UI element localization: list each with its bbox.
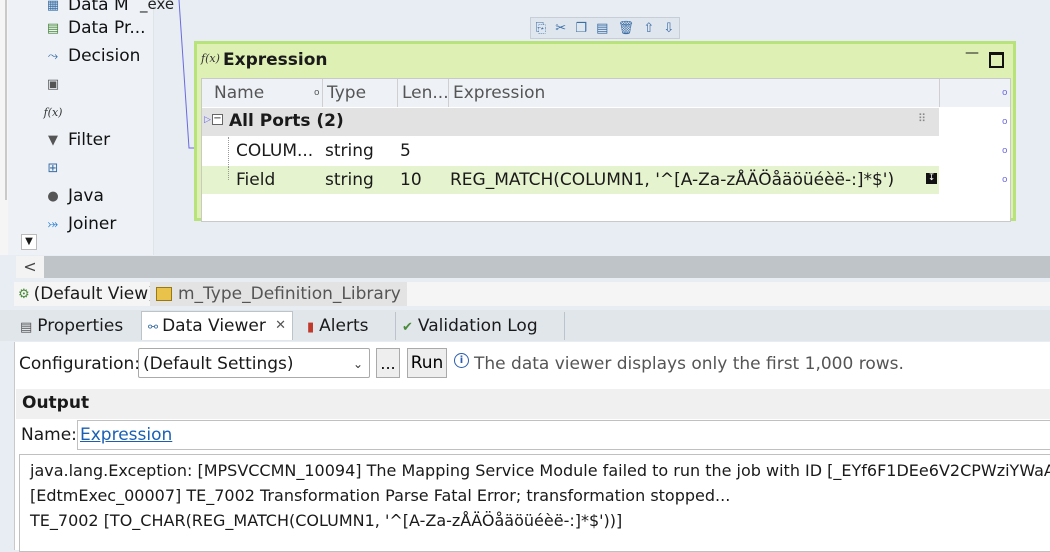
port-connector-icon[interactable]: o <box>1002 146 1008 156</box>
port-group-row[interactable]: ▷ − All Ports (2) ⠿ <box>202 108 939 136</box>
palette-item-joiner[interactable]: ⤖ Joiner <box>44 212 117 236</box>
configuration-label: Configuration: <box>19 354 141 374</box>
drag-handle-icon[interactable]: ⠿ <box>918 112 926 125</box>
palette-item-expression[interactable]: f(x) <box>44 100 68 124</box>
expression-transformation[interactable]: f(x) Expression — Name o Type Len... Exp… <box>194 41 1016 222</box>
column-header-expression[interactable]: Expression <box>449 79 943 107</box>
copy-icon[interactable]: ❐ <box>575 21 587 36</box>
properties-icon: ▤ <box>20 320 33 335</box>
transformation-title: Expression <box>223 50 328 70</box>
palette-item-label: Filter <box>68 130 111 150</box>
scroll-down-icon[interactable]: ▼ <box>21 234 37 250</box>
port-connector-icon[interactable]: o <box>1002 88 1008 98</box>
maximize-icon[interactable] <box>989 52 1004 68</box>
cut-icon[interactable]: ✂ <box>555 21 566 36</box>
tab-data-viewer[interactable]: ⚯ Data Viewer ✕ <box>141 311 293 340</box>
palette-item-label: Joiner <box>68 214 117 234</box>
palette-scrollbar-thumb[interactable] <box>5 0 7 200</box>
chevron-down-icon: ⌄ <box>352 357 363 371</box>
expression-editor-icon[interactable]: ↧ <box>926 173 937 184</box>
palette-item-label: Data Pr... <box>68 18 146 38</box>
ports-table: Name o Type Len... Expression ▷ − All Po… <box>201 78 1011 222</box>
port-length: 5 <box>400 141 411 161</box>
port-type: string <box>325 141 374 161</box>
output-text-area[interactable]: java.lang.Exception: [MPSVCCMN_10094] Th… <box>19 454 1050 552</box>
port-length: 10 <box>400 170 422 190</box>
port-row[interactable]: COLUM... string 5 <box>202 137 939 165</box>
filter-icon: ▼ <box>48 132 58 148</box>
canvas-horizontal-scrollbar[interactable] <box>17 256 1050 278</box>
port-connector-icon[interactable]: o <box>1002 117 1008 127</box>
name-label: Name: <box>21 425 77 445</box>
configuration-select[interactable]: (Default Settings) ⌄ <box>138 348 370 378</box>
table-icon: ▦ <box>46 0 60 13</box>
transformation-palette: ▦ Data M ▤ Data Pr... ⤳ Decision ▣ f(x) … <box>0 0 154 255</box>
column-header-length[interactable]: Len... <box>398 79 450 107</box>
scroll-left-icon[interactable]: < <box>16 256 44 278</box>
mapping-icon <box>156 287 172 301</box>
palette-item-hierarchy[interactable]: ⊞ <box>44 156 68 180</box>
expression-fx-icon: f(x) <box>43 105 63 119</box>
tab-properties[interactable]: ▤ Properties <box>14 312 144 340</box>
paste-icon[interactable]: ▤ <box>596 21 608 36</box>
joiner-icon: ⤖ <box>47 216 59 232</box>
port-row[interactable]: Field string 10 REG_MATCH(COLUMN1, '^[A-… <box>202 166 939 194</box>
palette-item-label: Java <box>68 186 104 206</box>
port-name: COLUM... <box>236 141 314 161</box>
run-button[interactable]: Run <box>407 348 447 378</box>
canvas-toolbar: ⎘ ✂ ❐ ▤ 🗑 ⇧ ⇩ <box>530 17 680 39</box>
expression-fx-icon: f(x) <box>201 52 220 65</box>
info-text: The data viewer displays only the first … <box>474 354 904 374</box>
column-header-name[interactable]: Name o <box>202 79 334 107</box>
tab-mapping[interactable]: m_Type_Definition_Library <box>150 282 407 306</box>
move-up-icon[interactable]: ⇧ <box>643 21 654 36</box>
data-processor-icon: ▤ <box>46 20 60 36</box>
port-type: string <box>325 170 374 190</box>
tab-default-view[interactable]: ⚙ (Default View) <box>18 283 155 305</box>
info-icon: i <box>454 353 469 368</box>
palette-item-exception[interactable]: ▣ <box>44 72 68 96</box>
close-icon[interactable]: ✕ <box>275 312 286 340</box>
minimize-icon[interactable]: — <box>965 45 979 61</box>
tab-validation-log[interactable]: ✔ Validation Log <box>395 312 565 340</box>
port-expression: REG_MATCH(COLUMN1, '^[A-Za-zÅÄÖåäöüéèë-:… <box>450 170 895 190</box>
palette-item-data-processor[interactable]: ▤ Data Pr... <box>44 16 146 40</box>
name-link[interactable]: Expression <box>80 425 172 445</box>
transformation-name-overlap: _exe <box>140 0 175 13</box>
output-line: java.lang.Exception: [MPSVCCMN_10094] Th… <box>30 461 1050 480</box>
name-field: Expression <box>77 420 1050 450</box>
output-line: TE_7002 [TO_CHAR(REG_MATCH(COLUMN1, '^[A… <box>30 511 623 530</box>
delete-icon[interactable]: 🗑 <box>618 21 635 36</box>
validation-icon: ✔ <box>402 320 413 335</box>
data-viewer-icon: ⚯ <box>148 320 159 334</box>
data-viewer-panel: Configuration: (Default Settings) ⌄ ... … <box>14 342 1050 552</box>
tab-alerts[interactable]: ▮ Alerts <box>301 312 397 340</box>
java-icon: ● <box>47 188 59 204</box>
decision-icon: ⤳ <box>47 48 59 64</box>
port-group-label: All Ports (2) <box>229 111 344 131</box>
palette-item-java[interactable]: ● Java <box>44 184 104 208</box>
move-down-icon[interactable]: ⇩ <box>663 21 674 36</box>
palette-item-label: Data M <box>68 0 129 15</box>
exception-icon: ▣ <box>46 76 60 92</box>
palette-item-data-masking[interactable]: ▦ Data M <box>44 0 129 17</box>
new-icon[interactable]: ⎘ <box>536 21 546 36</box>
port-name: Field <box>236 170 276 190</box>
palette-item-label: Decision <box>68 46 141 66</box>
palette-item-decision[interactable]: ⤳ Decision <box>44 44 141 68</box>
output-section-header: Output <box>16 389 1050 419</box>
view-icon: ⚙ <box>18 286 30 302</box>
hierarchy-icon: ⊞ <box>47 160 59 176</box>
expand-arrow-icon[interactable]: ▷ <box>204 115 211 125</box>
output-title: Output <box>22 393 90 413</box>
sort-icon: o <box>314 88 320 98</box>
palette-item-filter[interactable]: ▼ Filter <box>44 128 110 152</box>
browse-button[interactable]: ... <box>376 348 400 378</box>
collapse-icon[interactable]: − <box>212 114 223 125</box>
port-connector-icon[interactable]: o <box>1002 175 1008 185</box>
output-line: [EdtmExec_00007] TE_7002 Transformation … <box>30 486 731 505</box>
column-header-type[interactable]: Type <box>323 79 401 107</box>
alerts-icon: ▮ <box>307 320 315 335</box>
